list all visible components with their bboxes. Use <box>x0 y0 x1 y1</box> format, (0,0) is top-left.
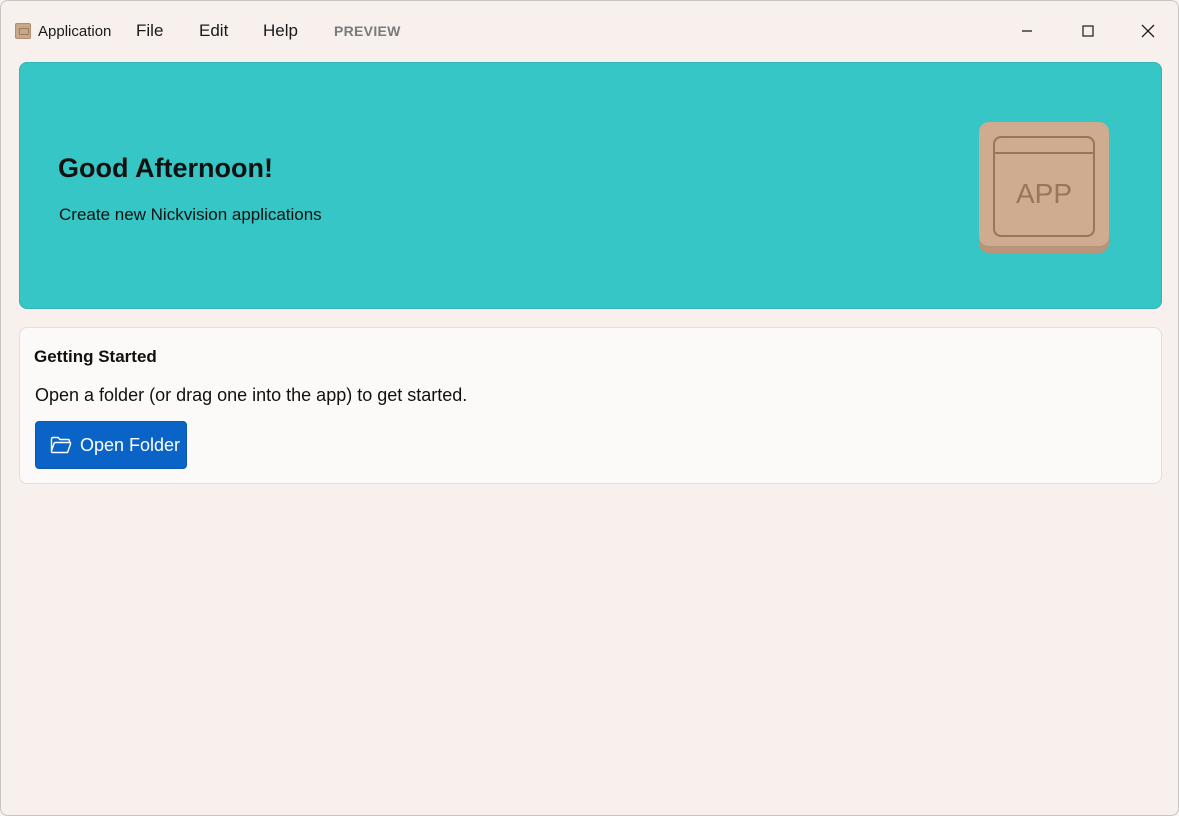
open-folder-label: Open Folder <box>80 434 181 455</box>
app-title: Application <box>38 23 112 40</box>
greeting-subtitle: Create new Nickvision applications <box>59 205 322 224</box>
menu-edit[interactable]: Edit <box>199 21 228 41</box>
close-button[interactable] <box>1125 15 1171 47</box>
menu-file[interactable]: File <box>136 21 163 41</box>
close-icon <box>1141 24 1155 38</box>
preview-badge: PREVIEW <box>334 23 401 39</box>
open-folder-button[interactable]: Open Folder <box>35 421 187 469</box>
app-logo-icon <box>15 23 31 39</box>
app-icon: APP <box>979 122 1109 253</box>
app-window: Application File Edit Help PREVIEW Good … <box>0 0 1179 816</box>
greeting-title: Good Afternoon! <box>58 153 273 183</box>
menu-help[interactable]: Help <box>263 21 298 41</box>
greeting-banner: Good Afternoon! Create new Nickvision ap… <box>19 62 1162 309</box>
app-icon-label: APP <box>1016 178 1072 209</box>
folder-icon <box>50 436 72 454</box>
minimize-icon <box>1022 30 1032 32</box>
card-description: Open a folder (or drag one into the app)… <box>35 385 468 405</box>
getting-started-card: Getting Started Open a folder (or drag o… <box>19 327 1162 484</box>
title-bar: Application File Edit Help PREVIEW <box>1 1 1178 61</box>
minimize-button[interactable] <box>1004 15 1050 47</box>
card-title: Getting Started <box>34 347 157 366</box>
maximize-icon <box>1082 25 1094 37</box>
maximize-button[interactable] <box>1065 15 1111 47</box>
